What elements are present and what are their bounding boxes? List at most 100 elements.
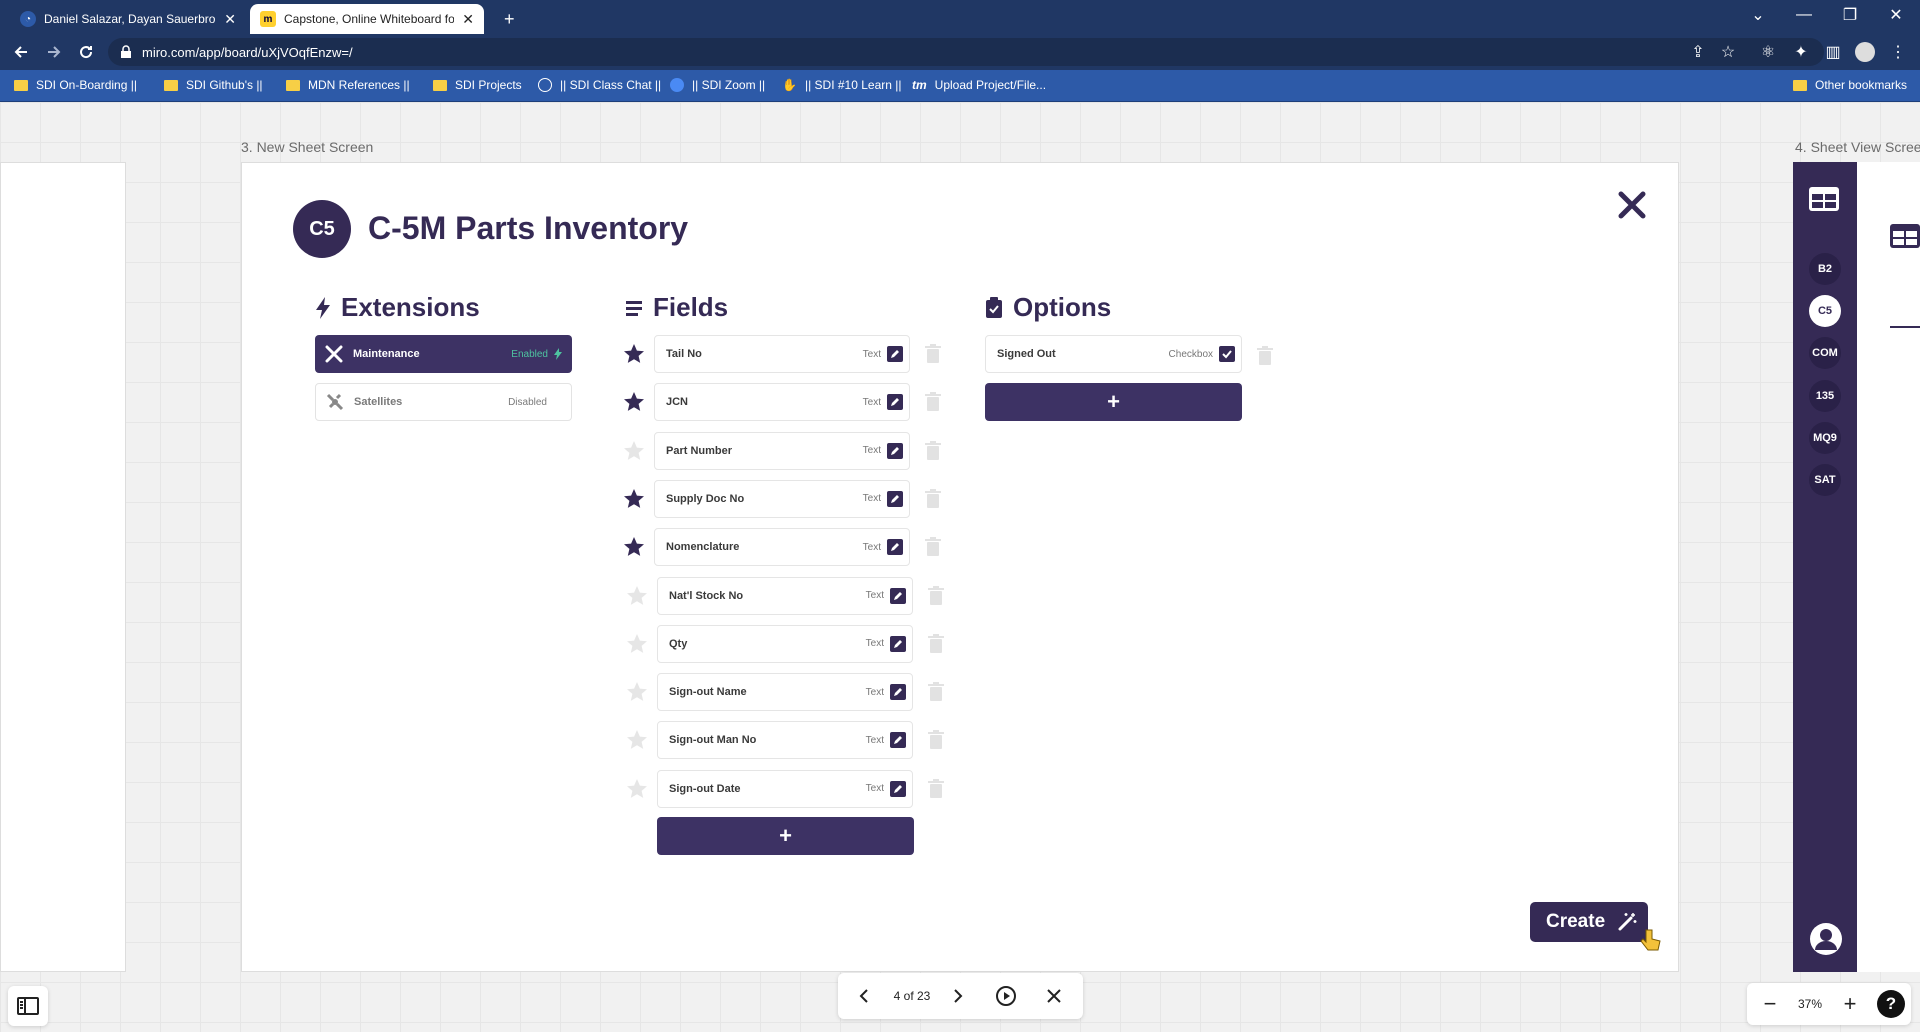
field-row[interactable]: Tail No Text [654,335,910,373]
play-icon[interactable] [988,973,1024,1019]
trash-icon[interactable] [924,537,942,557]
field-row[interactable]: Nat'l Stock No Text [657,576,913,615]
extension-satellites[interactable]: Satellites Disabled [315,383,572,421]
close-window-icon[interactable]: ✕ [1873,0,1919,30]
sidebar-item[interactable]: C5 [1809,295,1841,328]
close-icon[interactable] [1036,973,1072,1019]
grid-table-icon[interactable] [1806,185,1842,215]
trash-icon[interactable] [924,440,942,461]
edit-pencil-icon[interactable] [890,732,906,749]
edit-pencil-icon[interactable] [890,684,906,701]
chevron-left-icon[interactable] [846,973,882,1019]
star-outline-icon[interactable] [622,439,646,463]
trash-icon[interactable] [927,778,945,799]
sidebar-item[interactable]: B2 [1809,253,1841,285]
sidebar-item[interactable]: MQ9 [1809,421,1841,454]
field-row[interactable]: Sign-out Name Text [657,673,913,712]
new-tab-button[interactable]: + [494,4,524,34]
bookmark-item[interactable]: SDI Projects [433,78,522,92]
edit-pencil-icon[interactable] [890,780,906,797]
trash-icon[interactable] [1256,346,1274,366]
share-icon[interactable]: ⇪ [1686,40,1710,64]
tm-icon: tm [912,78,927,92]
star-filled-icon[interactable] [622,487,646,511]
star-filled-icon[interactable] [622,535,646,559]
bookmark-item[interactable]: ✋ || SDI #10 Learn || [782,78,901,92]
edit-pencil-icon[interactable] [887,346,903,362]
restore-icon[interactable]: ❐ [1827,0,1873,30]
star-outline-icon[interactable] [625,680,649,704]
new-sheet-frame[interactable] [241,162,1679,972]
close-tab-icon[interactable]: ✕ [462,11,474,28]
minimize-icon[interactable]: — [1781,0,1827,30]
field-row[interactable]: Sign-out Man No Text [657,721,913,760]
star-filled-icon[interactable] [622,390,646,414]
profile-avatar[interactable] [1853,40,1877,64]
bookmark-item[interactable]: || SDI Zoom || [670,78,765,92]
edit-pencil-icon[interactable] [890,587,906,604]
field-row[interactable]: Sign-out Date Text [657,769,913,808]
extension-icon[interactable]: ⚛ [1756,40,1780,64]
forward-icon[interactable] [39,34,69,70]
frame-label[interactable]: 3. New Sheet Screen [241,139,373,155]
field-row[interactable]: Qty Text [657,624,913,663]
bookmark-item[interactable]: SDI On-Boarding || [14,78,137,92]
user-avatar-icon[interactable] [1809,922,1843,956]
star-outline-icon[interactable] [625,728,649,752]
trash-icon[interactable] [927,682,945,702]
add-field-button[interactable]: + [657,817,914,855]
star-outline-icon[interactable] [625,777,649,801]
bookmark-item[interactable]: MDN References || [286,78,410,92]
frames-panel-toggle[interactable] [8,986,48,1026]
close-tab-icon[interactable]: ✕ [224,11,236,28]
chevron-right-icon[interactable] [940,973,976,1019]
field-row[interactable]: JCN Text [654,383,910,422]
puzzle-icon[interactable]: ✦ [1789,40,1813,64]
trash-icon[interactable] [924,488,942,509]
trash-icon[interactable] [927,633,945,654]
bookmark-item[interactable]: Other bookmarks [1793,78,1907,92]
extension-maintenance[interactable]: Maintenance Enabled [315,335,572,373]
edit-pencil-icon[interactable] [887,442,903,459]
zoom-level[interactable]: 37% [1790,983,1830,1025]
back-icon[interactable] [6,34,36,70]
edit-pencil-icon[interactable] [887,539,903,556]
edit-pencil-icon[interactable] [890,635,906,652]
trash-icon[interactable] [927,585,945,606]
field-row[interactable]: Supply Doc No Text [654,479,910,518]
edit-pencil-icon[interactable] [887,394,903,411]
zoom-out-button[interactable]: − [1755,983,1785,1025]
help-button[interactable]: ? [1874,983,1908,1025]
star-outline-icon[interactable] [625,584,649,608]
browser-tab-active[interactable]: m Capstone, Online Whiteboard for ✕ [250,4,484,34]
bookmark-item[interactable]: || SDI Class Chat || [538,78,661,92]
edit-pencil-icon[interactable] [887,490,903,507]
option-row[interactable]: Signed Out Checkbox [985,335,1242,373]
sidebar-item[interactable]: SAT [1809,464,1841,496]
trash-icon[interactable] [924,392,942,412]
trash-icon[interactable] [927,730,945,750]
menu-icon[interactable]: ⋮ [1886,40,1910,64]
sheet-view-frame[interactable] [1857,162,1920,972]
left-frame[interactable] [0,162,126,972]
sidepanel-icon[interactable]: ▥ [1821,40,1845,64]
bookmark-item[interactable]: tm Upload Project/File... [912,78,1046,92]
star-filled-icon[interactable] [622,342,646,366]
star-outline-icon[interactable] [625,632,649,656]
sidebar-item[interactable]: 135 [1809,379,1841,412]
address-bar[interactable] [108,38,1824,66]
close-icon[interactable] [1615,188,1649,222]
bookmark-star-icon[interactable]: ☆ [1716,40,1740,64]
zoom-in-button[interactable]: + [1835,983,1865,1025]
checkbox-checked-icon[interactable] [1219,346,1235,362]
tab-search-icon[interactable]: ⌄ [1735,0,1781,30]
create-button[interactable]: Create [1530,902,1648,942]
reload-icon[interactable] [71,34,101,70]
field-row[interactable]: Part Number Text [654,431,910,470]
browser-tab[interactable]: ◔ Daniel Salazar, Dayan Sauerbronn ✕ [10,4,246,34]
bookmark-item[interactable]: SDI Github's || [164,78,263,92]
field-row[interactable]: Nomenclature Text [654,528,910,567]
trash-icon[interactable] [924,344,942,364]
frame-label[interactable]: 4. Sheet View Scree [1795,139,1920,155]
add-option-button[interactable]: + [985,383,1242,421]
